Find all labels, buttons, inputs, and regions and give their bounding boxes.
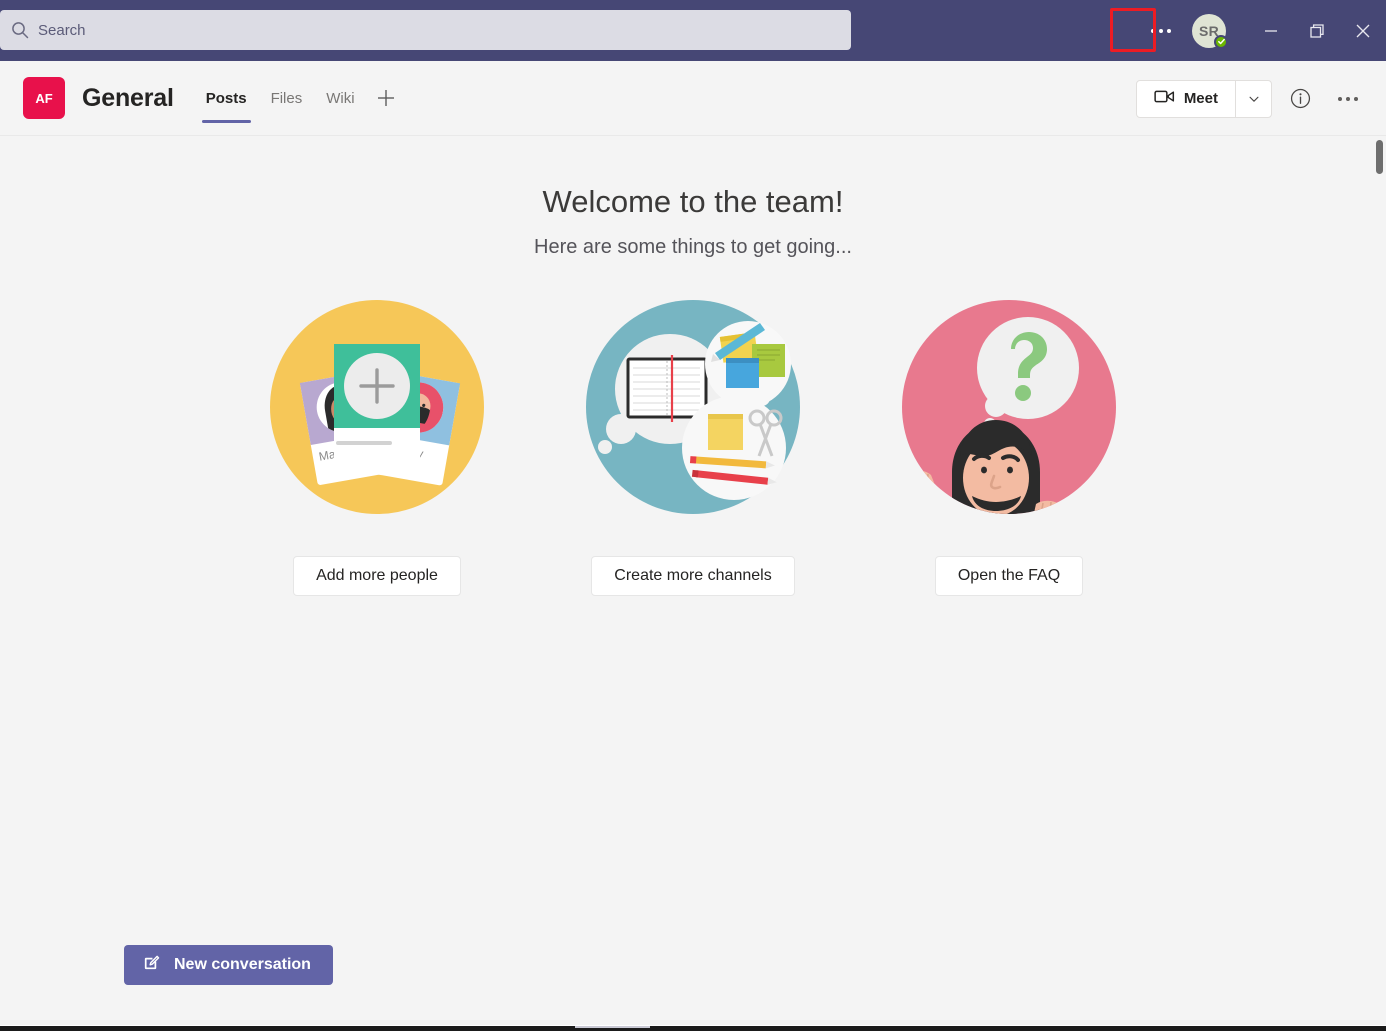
channel-tabs: Posts Files Wiki bbox=[194, 61, 405, 136]
window-bottom-marker bbox=[575, 1026, 650, 1028]
channel-header: AF General Posts Files Wiki Meet bbox=[0, 61, 1386, 136]
maximize-restore-button[interactable] bbox=[1294, 0, 1340, 61]
more-dots-icon bbox=[1338, 96, 1358, 101]
tab-posts[interactable]: Posts bbox=[194, 61, 259, 136]
add-more-people-button[interactable]: Add more people bbox=[293, 556, 461, 596]
getting-started-cards: Maxine bbox=[0, 296, 1386, 596]
settings-more-button[interactable] bbox=[1138, 8, 1184, 54]
welcome-subtitle: Here are some things to get going... bbox=[534, 236, 852, 258]
meet-button-label: Meet bbox=[1183, 90, 1218, 107]
add-tab-button[interactable] bbox=[367, 61, 405, 136]
create-more-channels-button[interactable]: Create more channels bbox=[591, 556, 795, 596]
search-icon bbox=[10, 20, 30, 40]
faq-illustration bbox=[898, 296, 1120, 518]
minimize-button[interactable] bbox=[1248, 0, 1294, 61]
search-input[interactable] bbox=[38, 18, 798, 42]
meet-split-button: Meet bbox=[1135, 79, 1272, 118]
card-open-the-faq: Open the FAQ bbox=[898, 296, 1120, 596]
titlebar-right-controls: SR bbox=[1138, 0, 1386, 61]
plus-icon bbox=[377, 90, 394, 106]
search-bar[interactable] bbox=[0, 10, 851, 50]
tab-wiki-label: Wiki bbox=[326, 89, 355, 107]
channel-more-options-button[interactable] bbox=[1328, 79, 1368, 119]
new-conversation-button[interactable]: New conversation bbox=[124, 945, 333, 985]
welcome-title: Welcome to the team! bbox=[542, 184, 844, 219]
channel-header-actions: Meet bbox=[1135, 61, 1368, 136]
content-scrollbar-track[interactable] bbox=[1372, 136, 1386, 1025]
tab-posts-label: Posts bbox=[205, 89, 247, 107]
title-bar: SR bbox=[0, 0, 1386, 61]
card-add-more-people: Maxine bbox=[266, 296, 488, 596]
channel-info-button[interactable] bbox=[1280, 79, 1320, 119]
open-the-faq-button[interactable]: Open the FAQ bbox=[934, 556, 1084, 596]
team-avatar[interactable]: AF bbox=[23, 77, 65, 119]
page-title: General bbox=[82, 83, 174, 112]
window-bottom-edge bbox=[0, 1026, 1386, 1031]
tab-files-label: Files bbox=[270, 89, 303, 107]
meet-dropdown-button[interactable] bbox=[1235, 80, 1271, 117]
new-conversation-label: New conversation bbox=[174, 956, 311, 973]
avatar[interactable]: SR bbox=[1186, 8, 1232, 54]
window-controls bbox=[1248, 0, 1386, 61]
compose-icon bbox=[142, 953, 161, 977]
close-button[interactable] bbox=[1340, 0, 1386, 61]
content-scrollbar-thumb[interactable] bbox=[1376, 140, 1383, 174]
main-content: Welcome to the team! Here are some thing… bbox=[0, 136, 1386, 1025]
more-dots-icon bbox=[1151, 28, 1171, 33]
create-channels-illustration bbox=[582, 296, 804, 518]
tab-wiki[interactable]: Wiki bbox=[314, 61, 366, 136]
card-create-more-channels: Create more channels bbox=[582, 296, 804, 596]
meet-button[interactable]: Meet bbox=[1137, 81, 1235, 117]
chevron-down-icon bbox=[1248, 96, 1259, 102]
video-camera-icon bbox=[1154, 89, 1175, 108]
tab-files[interactable]: Files bbox=[259, 61, 315, 136]
add-people-illustration: Maxine bbox=[266, 296, 488, 518]
presence-available-icon bbox=[1214, 34, 1228, 49]
info-icon bbox=[1290, 88, 1310, 109]
